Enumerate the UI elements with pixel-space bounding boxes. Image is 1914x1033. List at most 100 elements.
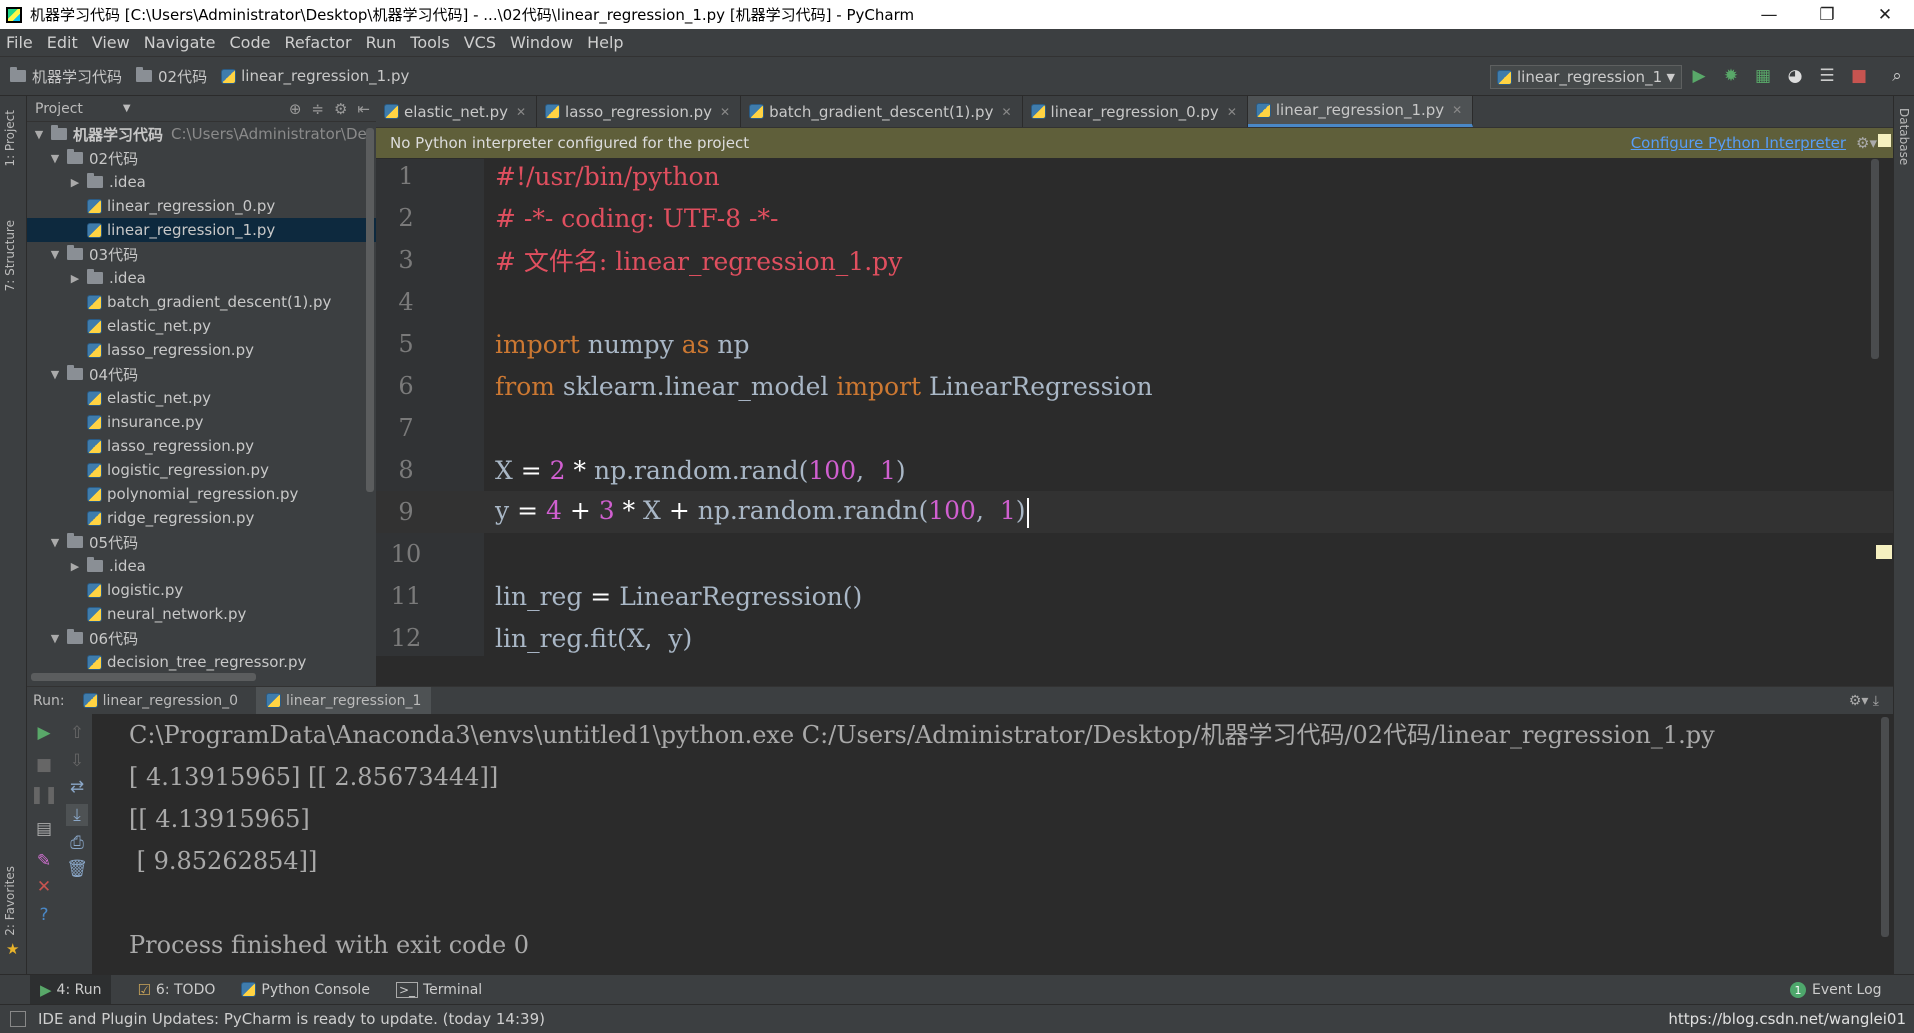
concurrency-icon[interactable]: ☰ [1816,65,1838,87]
run-tool-button[interactable]: ▶ 4: Run [30,974,112,1005]
menu-run[interactable]: Run [366,33,397,52]
search-icon[interactable]: ⌕ [1886,65,1908,87]
hide-icon[interactable]: ⇤ [357,100,370,118]
code-line[interactable]: 6 from sklearn.linear_model import Linear… [376,365,1893,407]
editor-tab[interactable]: linear_regression_0.py ✕ [1023,96,1248,127]
collapse-arrow-icon[interactable]: ▼ [47,536,63,549]
menu-navigate[interactable]: Navigate [144,33,216,52]
run-tab-linear-regression-0[interactable]: linear_regression_0 [82,693,238,709]
tree-file[interactable]: batch_gradient_descent(1).py [27,290,376,314]
tree-folder[interactable]: ▼ 02代码 [27,146,376,170]
menu-code[interactable]: Code [230,33,271,52]
console-output[interactable]: C:\ProgramData\Anaconda3\envs\untitled1\… [129,714,1715,966]
pause-icon[interactable]: ❚❚ [30,784,59,806]
menu-tools[interactable]: Tools [410,33,449,52]
arrow-down-icon[interactable]: ⇩ [66,750,88,772]
run-tab-linear-regression-1[interactable]: linear_regression_1 [256,687,432,714]
close-window-button[interactable]: ✕ [1856,0,1914,29]
expand-arrow-icon[interactable]: ▶ [67,176,83,189]
tree-folder[interactable]: ▶ .idea [27,554,376,578]
locate-icon[interactable]: ⊕ [289,100,302,118]
tree-folder[interactable]: ▶ .idea [27,266,376,290]
code-line[interactable]: 1 #!/usr/bin/python [376,159,1893,197]
clear-all-icon[interactable]: 🗑 [66,858,88,880]
structure-tool-tab[interactable]: 7: Structure [3,220,17,291]
tree-file[interactable]: lasso_regression.py [27,434,376,458]
tree-folder[interactable]: ▶ .idea [27,170,376,194]
code-line[interactable]: 11 lin_reg = LinearRegression() [376,575,1893,617]
menu-vcs[interactable]: VCS [464,33,496,52]
editor-tab[interactable]: lasso_regression.py ✕ [537,96,742,127]
coverage-icon[interactable]: ▦ [1752,65,1774,87]
editor-tab[interactable]: batch_gradient_descent(1).py ✕ [741,96,1023,127]
tree-folder[interactable]: ▼ 05代码 [27,530,376,554]
editor-tab[interactable]: linear_regression_1.py ✕ [1247,96,1474,127]
soft-wrap-icon[interactable]: ⇄ [66,776,88,798]
status-message[interactable]: IDE and Plugin Updates: PyCharm is ready… [38,1010,545,1028]
close-tab-icon[interactable]: ✕ [720,105,730,119]
menu-view[interactable]: View [92,33,130,52]
favorites-tool-tab[interactable]: 2: Favorites [3,866,17,936]
tree-file[interactable]: logistic.py [27,578,376,602]
python-console-tool-button[interactable]: Python Console [241,975,370,1005]
menu-help[interactable]: Help [587,33,623,52]
stop-icon[interactable]: ■ [33,754,55,776]
tree-file[interactable]: linear_regression_0.py [27,194,376,218]
code-line[interactable]: 4 [376,281,1893,323]
tree-file[interactable]: decision_tree_regressor.py [27,650,376,674]
menu-edit[interactable]: Edit [47,33,78,52]
project-view-select[interactable]: Project [35,101,83,117]
tool-windows-toggle-icon[interactable] [10,1011,26,1027]
tree-folder[interactable]: ▼ 04代码 [27,362,376,386]
dump-threads-icon[interactable]: ▤ [33,818,55,840]
tree-file[interactable]: polynomial_regression.py [27,482,376,506]
breadcrumb-file[interactable]: linear_regression_1.py [221,67,409,85]
close-tab-icon[interactable]: ✕ [516,105,526,119]
project-vertical-scrollbar[interactable] [366,128,374,492]
code-line[interactable]: 8 X = 2 * np.random.rand(100, 1) [376,449,1893,491]
close-tab-icon[interactable]: ✕ [1001,105,1011,119]
tree-root[interactable]: ▼ 机器学习代码 C:\Users\Administrator\Des [27,122,376,146]
gear-icon[interactable]: ⚙▾ ⤓ [1849,693,1879,709]
tree-file[interactable]: insurance.py [27,410,376,434]
scroll-to-end-icon[interactable]: ⤓ [66,804,88,826]
close-tab-icon[interactable]: ✕ [1227,105,1237,119]
console-vertical-scrollbar[interactable] [1881,717,1889,937]
expand-arrow-icon[interactable]: ▶ [67,560,83,573]
tree-file[interactable]: elastic_net.py [27,386,376,410]
collapse-icon[interactable]: ≑ [311,100,324,118]
run-configuration-select[interactable]: linear_regression_1 ▼ [1490,65,1682,89]
code-line[interactable]: 3 # 文件名: linear_regression_1.py [376,239,1893,281]
tree-file[interactable]: neural_network.py [27,602,376,626]
tree-file[interactable]: linear_regression_1.py [27,218,376,242]
help-icon[interactable]: ? [33,904,55,926]
code-line[interactable]: 12 lin_reg.fit(X, y) [376,617,1893,656]
breadcrumb-folder[interactable]: 02代码 [136,66,207,87]
project-tool-tab[interactable]: 1: Project [3,110,17,167]
editor-vertical-scrollbar[interactable] [1871,159,1879,359]
menu-file[interactable]: File [6,33,33,52]
pin-tab-icon[interactable]: ✎ [33,850,55,872]
code-line[interactable]: 5 import numpy as np [376,323,1893,365]
expand-arrow-icon[interactable]: ▶ [67,272,83,285]
gear-icon[interactable]: ⚙▾ [1856,134,1877,152]
tree-folder[interactable]: ▼ 03代码 [27,242,376,266]
warning-marker[interactable] [1878,134,1891,147]
code-editor[interactable]: 1 #!/usr/bin/python 2 # -*- coding: UTF-8 -… [376,159,1893,656]
breadcrumb-project[interactable]: 机器学习代码 [10,66,122,87]
code-line[interactable]: 7 [376,407,1893,449]
collapse-arrow-icon[interactable]: ▼ [47,632,63,645]
rerun-icon[interactable]: ▶ [33,722,55,744]
terminal-tool-button[interactable]: >_ Terminal [395,975,482,1005]
tree-file[interactable]: ridge_regression.py [27,506,376,530]
event-log-button[interactable]: 1 Event Log [1790,975,1882,1005]
inspection-marker[interactable] [1876,545,1892,559]
stop-icon[interactable]: ■ [1848,65,1870,87]
tree-file[interactable]: lasso_regression.py [27,338,376,362]
editor-tab[interactable]: elastic_net.py ✕ [376,96,538,127]
tree-file[interactable]: logistic_regression.py [27,458,376,482]
close-tab-icon[interactable]: ✕ [1452,103,1462,117]
chevron-down-icon[interactable]: ▼ [123,103,131,114]
profile-icon[interactable]: ◕ [1784,65,1806,87]
gear-icon[interactable]: ⚙ [334,100,347,118]
